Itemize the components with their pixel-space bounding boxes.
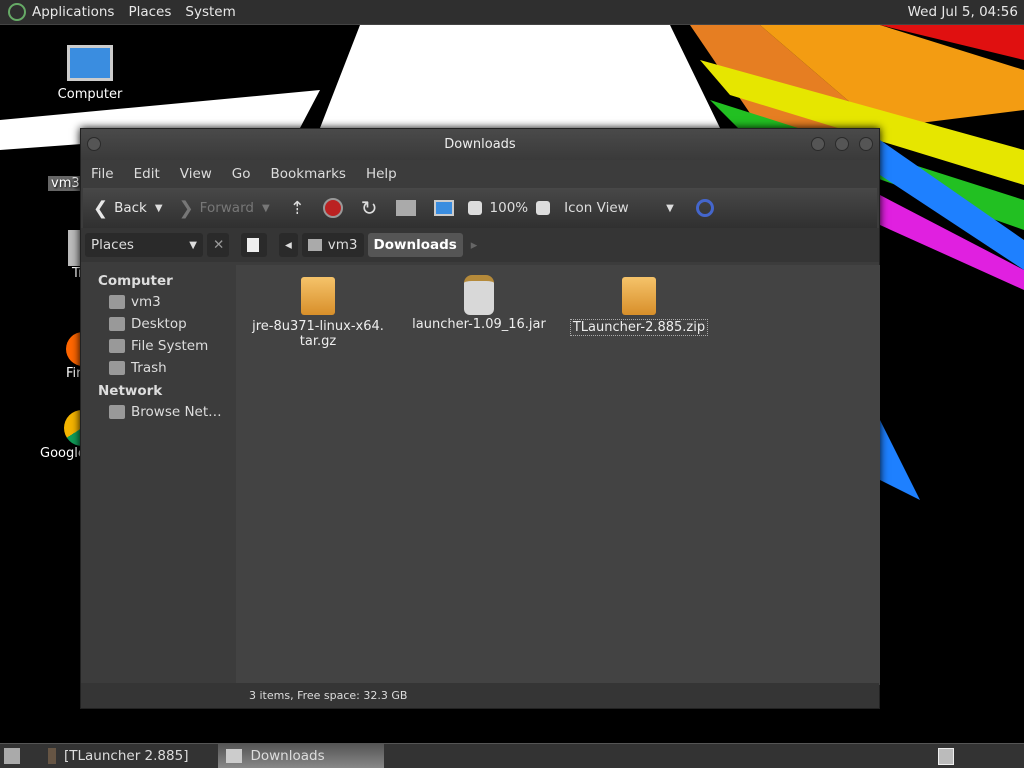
menu-go[interactable]: Go bbox=[232, 166, 251, 182]
menu-file[interactable]: File bbox=[91, 166, 114, 182]
home-icon bbox=[109, 295, 125, 309]
sidebar-item-browse-network[interactable]: Browse Net… bbox=[81, 401, 234, 423]
window-title: Downloads bbox=[444, 137, 516, 152]
home-icon bbox=[307, 239, 322, 251]
chevron-down-icon: ▼ bbox=[189, 239, 197, 251]
breadcrumb-right-arrow[interactable]: ▸ bbox=[467, 238, 482, 253]
forward-arrow-icon: ❯ bbox=[178, 197, 194, 219]
show-desktop-icon[interactable] bbox=[4, 748, 20, 764]
close-button[interactable] bbox=[859, 137, 873, 151]
sidebar-heading-computer: Computer bbox=[98, 273, 173, 289]
minimize-button[interactable] bbox=[811, 137, 825, 151]
title-bar[interactable]: Downloads bbox=[81, 129, 879, 160]
toolbar: ❮ Back ▼ ❯ Forward ▼ ⇡ ↻ 100% Icon View ▼ bbox=[83, 188, 877, 228]
view-mode-select[interactable]: Icon View bbox=[564, 200, 658, 216]
edit-icon bbox=[247, 238, 259, 252]
gnome-foot-icon[interactable] bbox=[8, 3, 26, 21]
trash-icon bbox=[109, 361, 125, 375]
close-sidebar-button[interactable]: ✕ bbox=[207, 233, 229, 257]
clock[interactable]: Wed Jul 5, 04:56 bbox=[908, 4, 1018, 20]
window-menu-button[interactable] bbox=[87, 137, 101, 151]
jar-icon bbox=[464, 275, 494, 315]
computer-icon[interactable] bbox=[433, 200, 454, 216]
sidebar-item-desktop[interactable]: Desktop bbox=[81, 313, 234, 335]
sidebar-type-select[interactable]: Places ▼ bbox=[85, 233, 203, 257]
back-arrow-icon: ❮ bbox=[93, 197, 109, 219]
sidebar-item-trash[interactable]: Trash bbox=[81, 357, 234, 379]
zoom-in-icon[interactable] bbox=[536, 201, 551, 215]
computer-icon bbox=[67, 45, 113, 81]
menu-places[interactable]: Places bbox=[128, 4, 171, 20]
file-view[interactable]: jre-8u371-linux-x64. tar.gz launcher-1.0… bbox=[236, 265, 880, 685]
top-panel: Applications Places System Wed Jul 5, 04… bbox=[0, 0, 1024, 25]
menu-bookmarks[interactable]: Bookmarks bbox=[271, 166, 346, 182]
file-item[interactable]: jre-8u371-linux-x64. tar.gz bbox=[248, 277, 388, 349]
breadcrumb-vm3[interactable]: vm3 bbox=[301, 233, 364, 257]
archive-icon bbox=[301, 277, 335, 315]
menu-applications[interactable]: Applications bbox=[32, 4, 114, 20]
location-bar: Places ▼ ✕ ◂ vm3 Downloads ▸ bbox=[81, 228, 879, 262]
file-manager-window: Downloads File Edit View Go Bookmarks He… bbox=[80, 128, 880, 709]
search-icon[interactable] bbox=[695, 199, 714, 217]
desktop-folder-icon bbox=[109, 317, 125, 331]
up-icon[interactable]: ⇡ bbox=[290, 198, 305, 219]
file-item[interactable]: launcher-1.09_16.jar bbox=[409, 275, 549, 332]
back-button[interactable]: ❮ Back bbox=[93, 198, 147, 219]
menu-view[interactable]: View bbox=[180, 166, 212, 182]
status-bar: 3 items, Free space: 32.3 GB bbox=[81, 683, 879, 708]
workspace-switcher[interactable] bbox=[938, 748, 954, 765]
taskbar-item-downloads[interactable]: Downloads bbox=[218, 744, 385, 768]
sidebar: Computer vm3 Desktop File System Trash N… bbox=[81, 265, 234, 685]
desktop-icon-computer[interactable]: Computer bbox=[50, 45, 130, 102]
back-history-dropdown[interactable]: ▼ bbox=[155, 203, 163, 214]
forward-button[interactable]: ❯ Forward bbox=[179, 198, 254, 219]
folder-icon bbox=[226, 749, 243, 763]
bottom-panel: [TLauncher 2.885] Downloads bbox=[0, 743, 1024, 768]
forward-history-dropdown[interactable]: ▼ bbox=[262, 203, 270, 214]
toggle-location-entry-button[interactable] bbox=[241, 233, 267, 257]
menu-system[interactable]: System bbox=[185, 4, 235, 20]
menu-bar: File Edit View Go Bookmarks Help bbox=[81, 160, 879, 188]
view-mode-dropdown-icon[interactable]: ▼ bbox=[666, 203, 674, 214]
maximize-button[interactable] bbox=[835, 137, 849, 151]
stop-icon[interactable] bbox=[322, 198, 343, 218]
reload-icon[interactable]: ↻ bbox=[361, 196, 378, 220]
tlauncher-icon bbox=[48, 748, 56, 764]
network-icon bbox=[109, 405, 125, 419]
file-item[interactable]: TLauncher-2.885.zip bbox=[569, 277, 709, 336]
breadcrumb-left-arrow[interactable]: ◂ bbox=[279, 233, 298, 257]
drive-icon bbox=[109, 339, 125, 353]
zoom-level: 100% bbox=[489, 200, 529, 216]
zoom-out-icon[interactable] bbox=[467, 201, 482, 215]
sidebar-item-file-system[interactable]: File System bbox=[81, 335, 234, 357]
home-icon[interactable] bbox=[395, 200, 416, 216]
menu-edit[interactable]: Edit bbox=[134, 166, 160, 182]
taskbar-item-tlauncher[interactable]: [TLauncher 2.885] bbox=[40, 744, 196, 768]
breadcrumb-downloads[interactable]: Downloads bbox=[367, 233, 463, 257]
sidebar-item-vm3[interactable]: vm3 bbox=[81, 291, 234, 313]
menu-help[interactable]: Help bbox=[366, 166, 397, 182]
archive-icon bbox=[622, 277, 656, 315]
desktop-icon-vm3[interactable]: vm3 bbox=[48, 176, 83, 191]
sidebar-heading-network: Network bbox=[98, 383, 163, 399]
